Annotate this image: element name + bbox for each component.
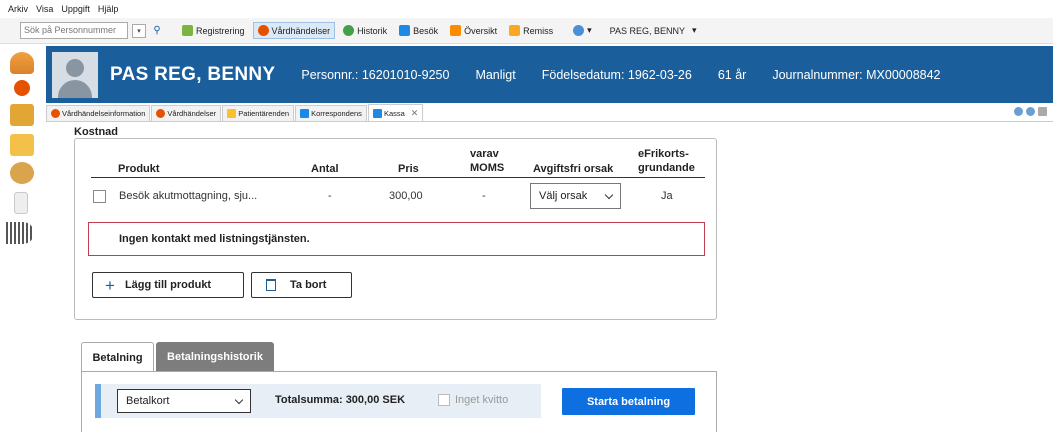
age: 61 år <box>717 67 747 82</box>
visit-icon <box>399 25 411 36</box>
task-icon[interactable] <box>10 134 34 156</box>
header-moms-2: MOMS <box>470 162 505 174</box>
payment-row: Betalkort Totalsumma: 300,00 SEK Inget k… <box>95 384 541 418</box>
menu-arkiv[interactable]: Arkiv <box>8 4 28 14</box>
header-produkt: Produkt <box>118 163 160 175</box>
cell-efrikort: Ja <box>661 190 673 202</box>
header-avgiftsfri: Avgiftsfri orsak <box>533 163 614 175</box>
menu-uppgift[interactable]: Uppgift <box>61 4 90 14</box>
window-tabs: Vårdhändelseinformation Vårdhändelser Pa… <box>46 104 1053 122</box>
toolbar-besok[interactable]: Besök <box>395 23 442 38</box>
total-amount: Totalsumma: 300,00 SEK <box>275 394 406 406</box>
care-events-icon <box>156 109 166 118</box>
birthdate: Födelsedatum: 1962-03-26 <box>541 67 692 82</box>
patient-name: PAS REG, BENNY <box>110 63 276 85</box>
start-payment-button[interactable]: Starta betalning <box>562 388 695 415</box>
payment-section: Betalning Betalningshistorik Betalkort T… <box>81 342 717 432</box>
tab-korrespondens[interactable]: Korrespondens <box>295 105 367 121</box>
toolbar-extra-menu[interactable]: ▾ <box>569 23 596 38</box>
chevron-down-icon: ▾ <box>587 25 592 35</box>
cell-produkt: Besök akutmottagning, sju... <box>119 190 258 202</box>
payment-panel: Betalkort Totalsumma: 300,00 SEK Inget k… <box>81 371 717 432</box>
no-receipt-checkbox[interactable] <box>438 394 450 406</box>
tab-patientarenden[interactable]: Patientärenden <box>222 105 295 121</box>
row-select-checkbox[interactable] <box>93 190 106 203</box>
referral-icon <box>509 25 521 36</box>
care-event-icon[interactable] <box>14 80 30 96</box>
gender: Manligt <box>475 67 516 82</box>
refresh-icon[interactable] <box>1026 107 1035 116</box>
close-icon[interactable]: ✕ <box>411 108 419 119</box>
help-icon[interactable] <box>1014 107 1023 116</box>
registration-icon <box>182 25 193 36</box>
header-antal: Antal <box>311 163 339 175</box>
toolbar-vardhandelser[interactable]: Vårdhändelser <box>252 22 336 39</box>
tab-vardhandelseinformation[interactable]: Vårdhändelseinformation <box>46 105 151 121</box>
cell-pris: 300,00 <box>389 190 423 202</box>
tab-vardhandelser[interactable]: Vårdhändelser <box>151 105 222 121</box>
avatar <box>52 51 98 98</box>
payment-method-select[interactable]: Betalkort <box>117 389 251 413</box>
search-input[interactable]: Sök på Personnummer <box>20 22 128 39</box>
tab-kassa[interactable]: Kassa ✕ <box>367 104 424 121</box>
toolbar-remiss[interactable]: Remiss <box>505 23 557 38</box>
cash-register-icon <box>372 108 382 118</box>
header-moms-1: varav <box>470 148 499 160</box>
toolbar: Sök på Personnummer ▾ ⚲ Registrering Vår… <box>0 18 1053 44</box>
cell-antal: - <box>328 190 332 202</box>
clipboard-icon[interactable] <box>10 104 34 126</box>
patient-header: PAS REG, BENNY Personnr.: 16201010-9250 … <box>46 46 1053 103</box>
link-icon <box>573 25 585 36</box>
avgiftsfri-orsak-select[interactable]: Välj orsak <box>530 183 621 209</box>
menu-visa[interactable]: Visa <box>36 4 53 14</box>
personnr: Personnr.: 16201010-9250 <box>301 67 450 82</box>
menu-bar: Arkiv Visa Uppgift Hjälp <box>0 0 1053 18</box>
no-receipt-label: Inget kvitto <box>455 394 509 406</box>
chevron-down-icon: ▾ <box>692 25 697 35</box>
kostnad-title: Kostnad <box>74 126 118 138</box>
toolbar-registrering[interactable]: Registrering <box>178 23 249 38</box>
cell-moms: - <box>482 190 486 202</box>
document-icon[interactable] <box>14 192 28 214</box>
overview-icon <box>450 25 462 36</box>
chevron-down-icon <box>234 395 244 404</box>
tab-betalningshistorik[interactable]: Betalningshistorik <box>156 342 274 372</box>
window-controls <box>1014 107 1047 116</box>
maximize-icon[interactable] <box>1038 107 1047 116</box>
warning-message: Ingen kontakt med listningstjänsten. <box>88 222 705 256</box>
header-efrikort-2: grundande <box>638 162 695 174</box>
care-events-icon <box>51 109 60 118</box>
trash-icon <box>266 279 276 291</box>
search-dropdown-button[interactable]: ▾ <box>132 23 146 38</box>
table-header-divider <box>91 177 705 178</box>
journal-number: Journalnummer: MX00008842 <box>772 67 941 82</box>
left-sidebar <box>0 44 46 432</box>
header-pris: Pris <box>398 163 419 175</box>
add-product-button[interactable]: + Lägg till produkt <box>92 272 244 298</box>
folder-icon <box>227 109 237 118</box>
chevron-down-icon <box>604 190 614 199</box>
care-events-icon <box>257 25 269 36</box>
barcode-icon[interactable] <box>6 222 34 244</box>
toolbar-oversikt[interactable]: Översikt <box>446 23 501 38</box>
header-efrikort-1: eFrikorts- <box>638 148 689 160</box>
toolbar-historik[interactable]: Historik <box>339 23 391 38</box>
plus-icon: + <box>105 275 115 295</box>
mail-icon[interactable] <box>10 162 34 184</box>
remove-button[interactable]: Ta bort <box>251 272 352 298</box>
search-icon[interactable]: ⚲ <box>150 24 164 38</box>
patient-search-icon[interactable] <box>10 52 34 74</box>
menu-hjalp[interactable]: Hjälp <box>98 4 119 14</box>
tab-betalning[interactable]: Betalning <box>81 342 154 372</box>
kostnad-panel: Produkt Antal Pris varav MOMS Avgiftsfri… <box>74 138 717 320</box>
patient-selector[interactable]: PAS REG, BENNY ▾ <box>606 23 701 38</box>
mail-icon <box>300 109 310 118</box>
history-icon <box>343 25 355 36</box>
